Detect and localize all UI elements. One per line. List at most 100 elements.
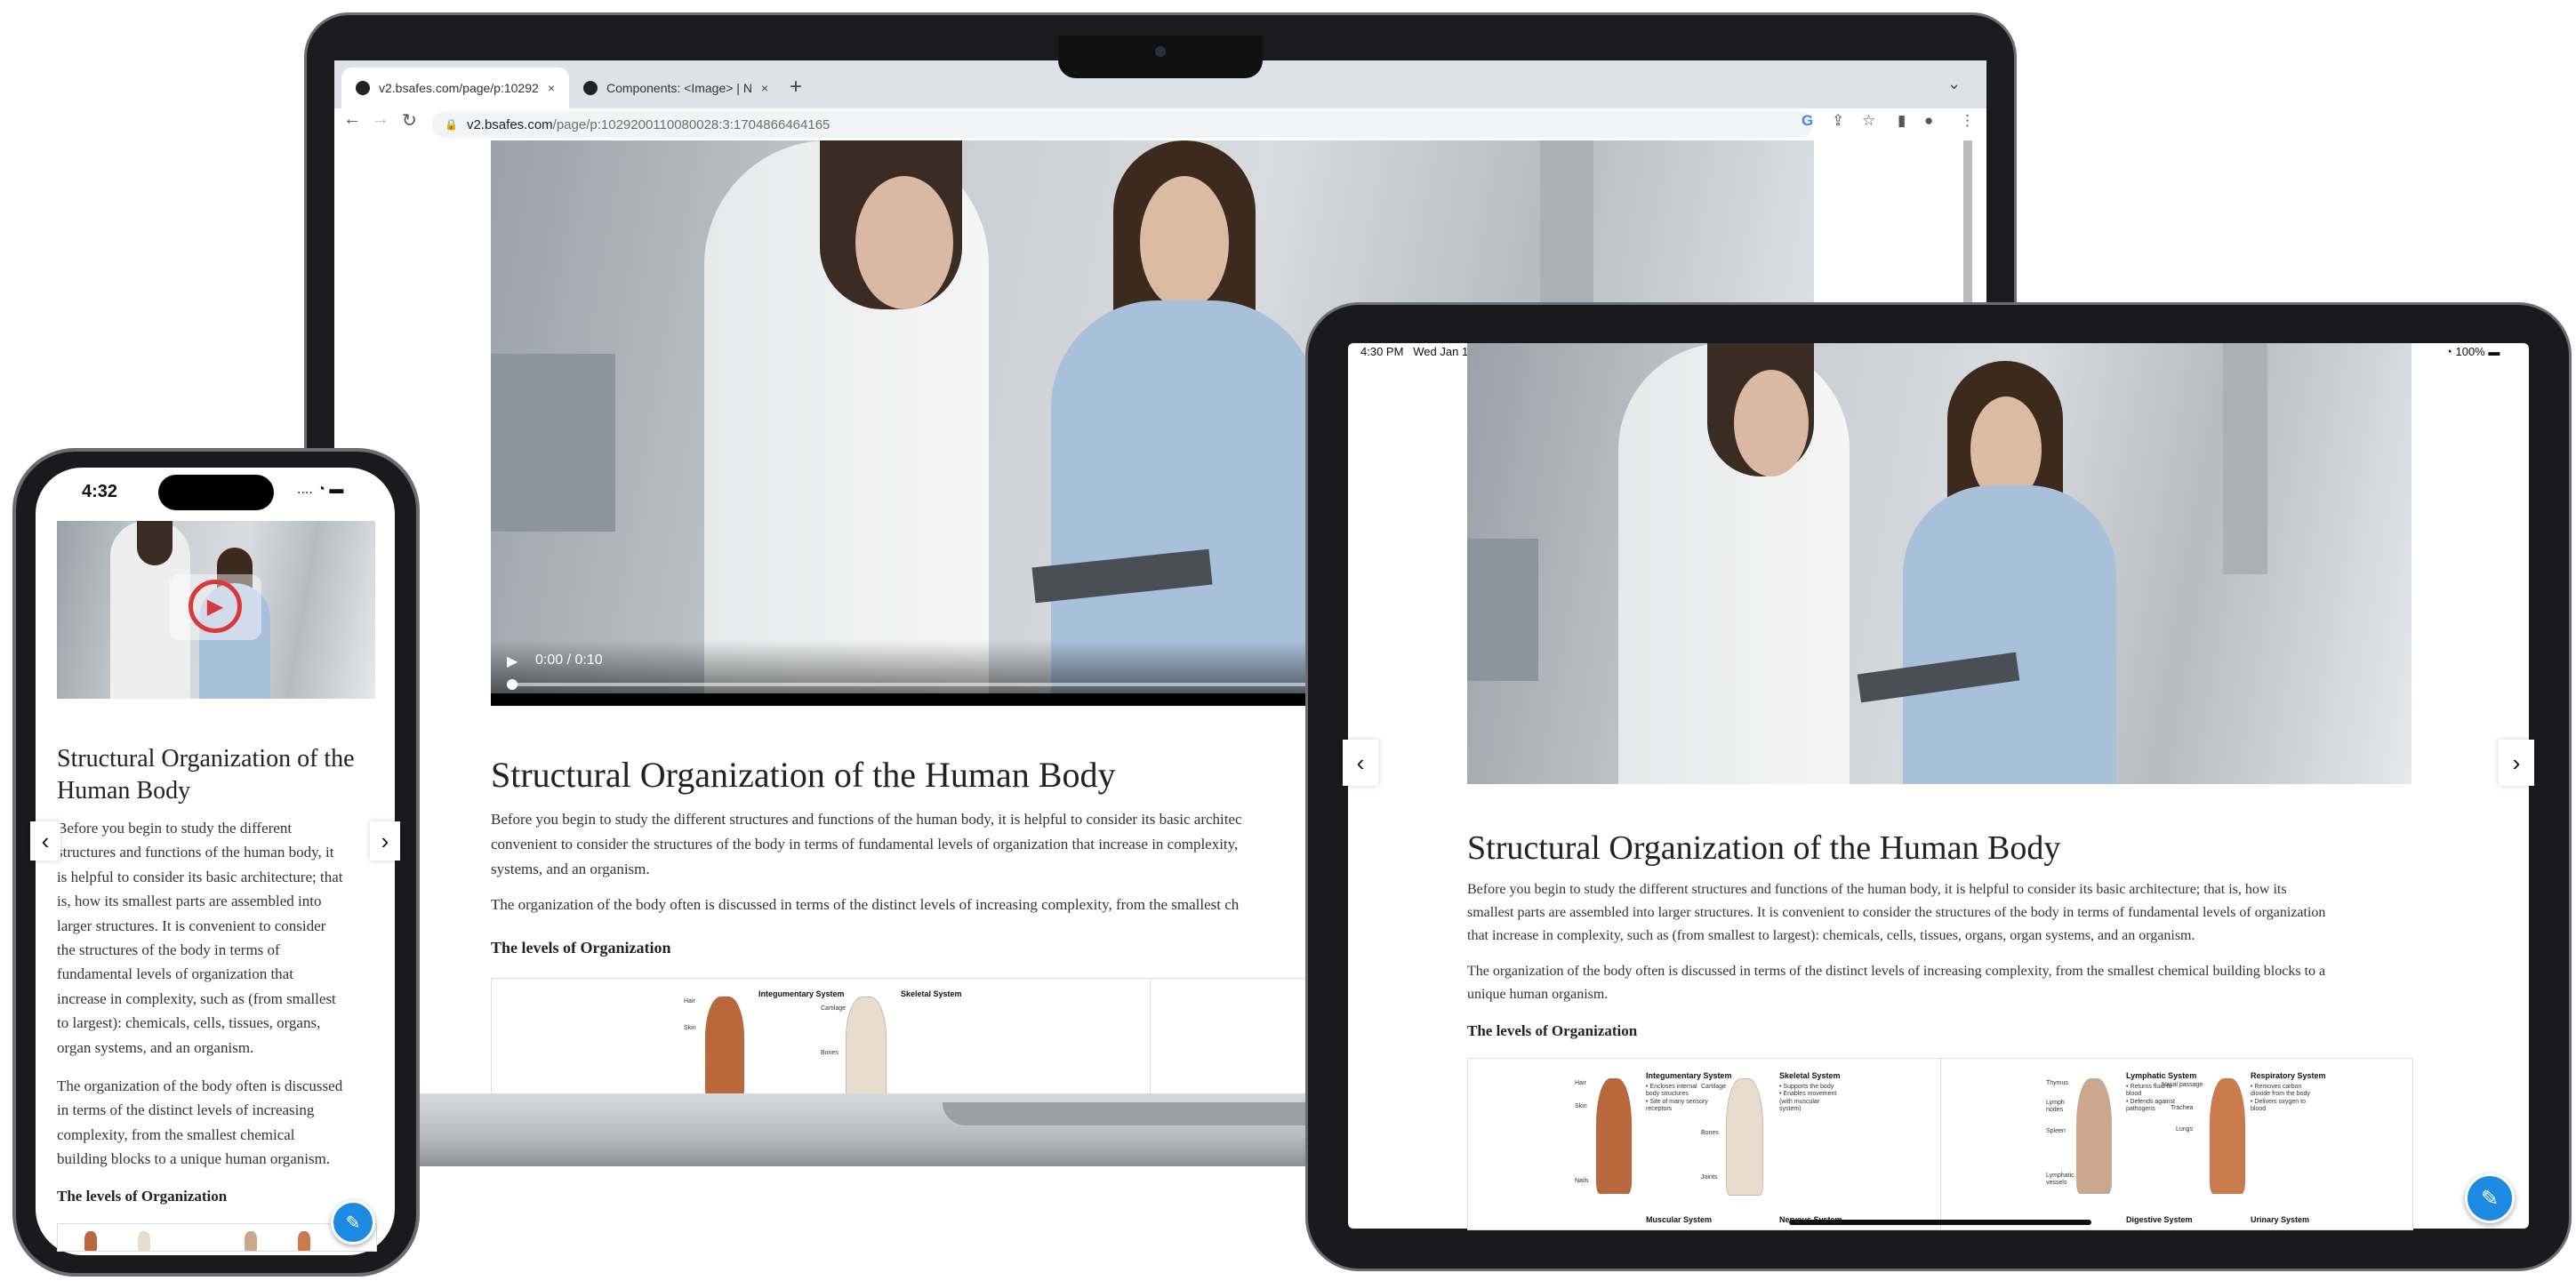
- address-bar[interactable]: 🔒 v2.bsafes.com/page/p:1029200110080028:…: [432, 111, 1812, 138]
- nextjs-favicon-icon: [583, 81, 598, 95]
- body-illustration: [705, 997, 744, 1100]
- wifi-icon: ◔: [317, 482, 325, 497]
- skeleton-illustration: [1726, 1078, 1763, 1196]
- camera-icon: [1155, 46, 1166, 57]
- part-label: Cartilage: [1701, 1084, 1727, 1090]
- figure-label: Integumentary System: [1646, 1071, 1732, 1080]
- part-label: Bones: [1701, 1130, 1719, 1136]
- close-tab-icon[interactable]: ×: [548, 81, 555, 95]
- tablet-status-time: 4:30 PM Wed Jan 10: [1360, 345, 1474, 358]
- edit-fab-button[interactable]: ✎: [331, 1200, 375, 1245]
- close-tab-icon[interactable]: ×: [761, 81, 768, 95]
- respiratory-illustration: [2210, 1078, 2245, 1194]
- paragraph-line: larger structures. It is convenient to c…: [57, 917, 326, 934]
- play-icon[interactable]: ▶: [189, 580, 242, 633]
- share-icon[interactable]: ⇪: [1832, 112, 1844, 130]
- more-menu-icon[interactable]: ⋮: [1960, 112, 1975, 130]
- phone-status-icons: .... ◔ ▬: [297, 482, 343, 498]
- paragraph-line: in terms of the distinct levels of incre…: [57, 1101, 315, 1119]
- video-thumbnail[interactable]: [1467, 343, 2411, 784]
- part-label: Thymus: [2046, 1080, 2068, 1086]
- lock-icon: 🔒: [445, 118, 458, 131]
- title-line: Human Body: [57, 777, 191, 805]
- part-label: Spleen: [2046, 1128, 2066, 1134]
- profile-avatar-icon[interactable]: ●: [1924, 112, 1933, 130]
- browser-tab-active[interactable]: v2.bsafes.com/page/p:102920 ×: [341, 68, 569, 108]
- status-date: Wed Jan 10: [1413, 345, 1475, 358]
- new-tab-button[interactable]: +: [790, 75, 802, 100]
- skeleton-illustration: [846, 997, 887, 1100]
- google-icon[interactable]: G: [1802, 112, 1813, 130]
- page-title: Structural Organization of the Human Bod…: [57, 743, 355, 807]
- paragraph-1: Before you begin to study the different …: [57, 816, 342, 1060]
- part-label: Hair: [1575, 1080, 1586, 1086]
- battery-percent: 100%: [2455, 345, 2485, 358]
- wifi-icon: ◔: [2445, 345, 2452, 358]
- battery-icon: ▬: [329, 482, 344, 497]
- page-title: Structural Organization of the Human Bod…: [491, 755, 1116, 795]
- signal-dots: ....: [297, 482, 313, 497]
- play-icon[interactable]: ▶: [507, 653, 518, 670]
- paragraph-2: The organization of the body often is di…: [1467, 960, 2325, 1006]
- edit-fab-button[interactable]: ✎: [2465, 1173, 2515, 1223]
- paragraph-1: Before you begin to study the different …: [1467, 878, 2325, 948]
- paragraph-2: The organization of the body often is di…: [491, 896, 1240, 913]
- lymphatic-illustration: [2076, 1078, 2112, 1194]
- figure-label: Lymphatic System: [2126, 1071, 2197, 1080]
- prev-page-button[interactable]: ‹: [1343, 740, 1378, 786]
- title-line: Structural Organization of the: [57, 745, 355, 773]
- back-arrow-icon[interactable]: ←: [343, 109, 361, 130]
- page-title: Structural Organization of the Human Bod…: [1467, 829, 2061, 867]
- paragraph-line: The organization of the body often is di…: [1467, 964, 2326, 979]
- bsafes-favicon-icon: [356, 81, 370, 95]
- forward-arrow-icon[interactable]: →: [372, 109, 389, 130]
- organ-systems-figure: Integumentary System Skeletal System Lym…: [1467, 1058, 2413, 1230]
- dynamic-island: [158, 475, 274, 510]
- paragraph-2: The organization of the body often is di…: [57, 1074, 342, 1172]
- paragraph-line: that increase in complexity, such as (fr…: [1467, 928, 2195, 943]
- part-label: Trachea: [2171, 1105, 2194, 1111]
- paragraph-line: structures and functions of the human bo…: [57, 844, 334, 861]
- video-thumbnail[interactable]: ▶: [57, 521, 375, 699]
- video-progress-knob[interactable]: [507, 679, 518, 690]
- paragraph-line: The organization of the body often is di…: [57, 1077, 343, 1094]
- paragraph-line: unique human organism.: [1467, 987, 1609, 1002]
- next-page-button[interactable]: ›: [370, 821, 400, 861]
- part-label: Bones: [821, 1050, 839, 1056]
- figure-label: Skeletal System: [1779, 1071, 1841, 1080]
- figure-label: Integumentary System: [758, 989, 845, 998]
- part-label: Skin: [1575, 1103, 1587, 1109]
- lymphatic-illustration: [245, 1231, 257, 1251]
- tab-search-icon[interactable]: ⌄: [1947, 75, 1961, 93]
- laptop-notch: [1058, 36, 1263, 78]
- respiratory-illustration: [298, 1231, 310, 1251]
- paragraph-line: fundamental levels of organization that: [57, 965, 293, 983]
- paragraph-line: the structures of the body in terms of: [57, 941, 280, 959]
- side-panel-icon[interactable]: ▮: [1898, 112, 1906, 130]
- section-heading: The levels of Organization: [1467, 1022, 1638, 1039]
- section-heading: The levels of Organization: [491, 939, 671, 957]
- part-label: Nails: [1575, 1178, 1589, 1184]
- next-page-button[interactable]: ›: [2499, 740, 2534, 786]
- figure-label: Digestive System: [2126, 1215, 2193, 1224]
- figure-label: Urinary System: [2251, 1215, 2310, 1224]
- part-label: Lungs: [2176, 1126, 2194, 1133]
- paragraph-line: complexity, from the smallest chemical: [57, 1125, 295, 1143]
- bookmark-star-icon[interactable]: ☆: [1862, 112, 1875, 130]
- tab-title: v2.bsafes.com/page/p:102920: [379, 81, 539, 95]
- paragraph-line: Before you begin to study the different …: [1467, 882, 2287, 897]
- paragraph-line: Before you begin to study the different: [57, 820, 293, 837]
- url-path: /page/p:1029200110080028:3:1704866464165: [552, 116, 831, 132]
- status-time: 4:30 PM: [1360, 345, 1404, 358]
- section-heading: The levels of Organization: [57, 1188, 228, 1205]
- reload-icon[interactable]: ↻: [402, 109, 417, 132]
- figure-label: Respiratory System: [2251, 1071, 2326, 1080]
- part-label: Lymph nodes: [2046, 1100, 2065, 1114]
- body-illustration: [84, 1231, 97, 1251]
- part-label: Skin: [684, 1025, 696, 1031]
- paragraph-line: building blocks to a unique human organi…: [57, 1150, 331, 1168]
- browser-tab-inactive[interactable]: Components: <Image> | Next.js ×: [569, 68, 782, 108]
- prev-page-button[interactable]: ‹: [30, 821, 60, 861]
- phone-status-time: 4:32: [82, 482, 118, 501]
- part-label: Nasal passage: [2162, 1082, 2203, 1088]
